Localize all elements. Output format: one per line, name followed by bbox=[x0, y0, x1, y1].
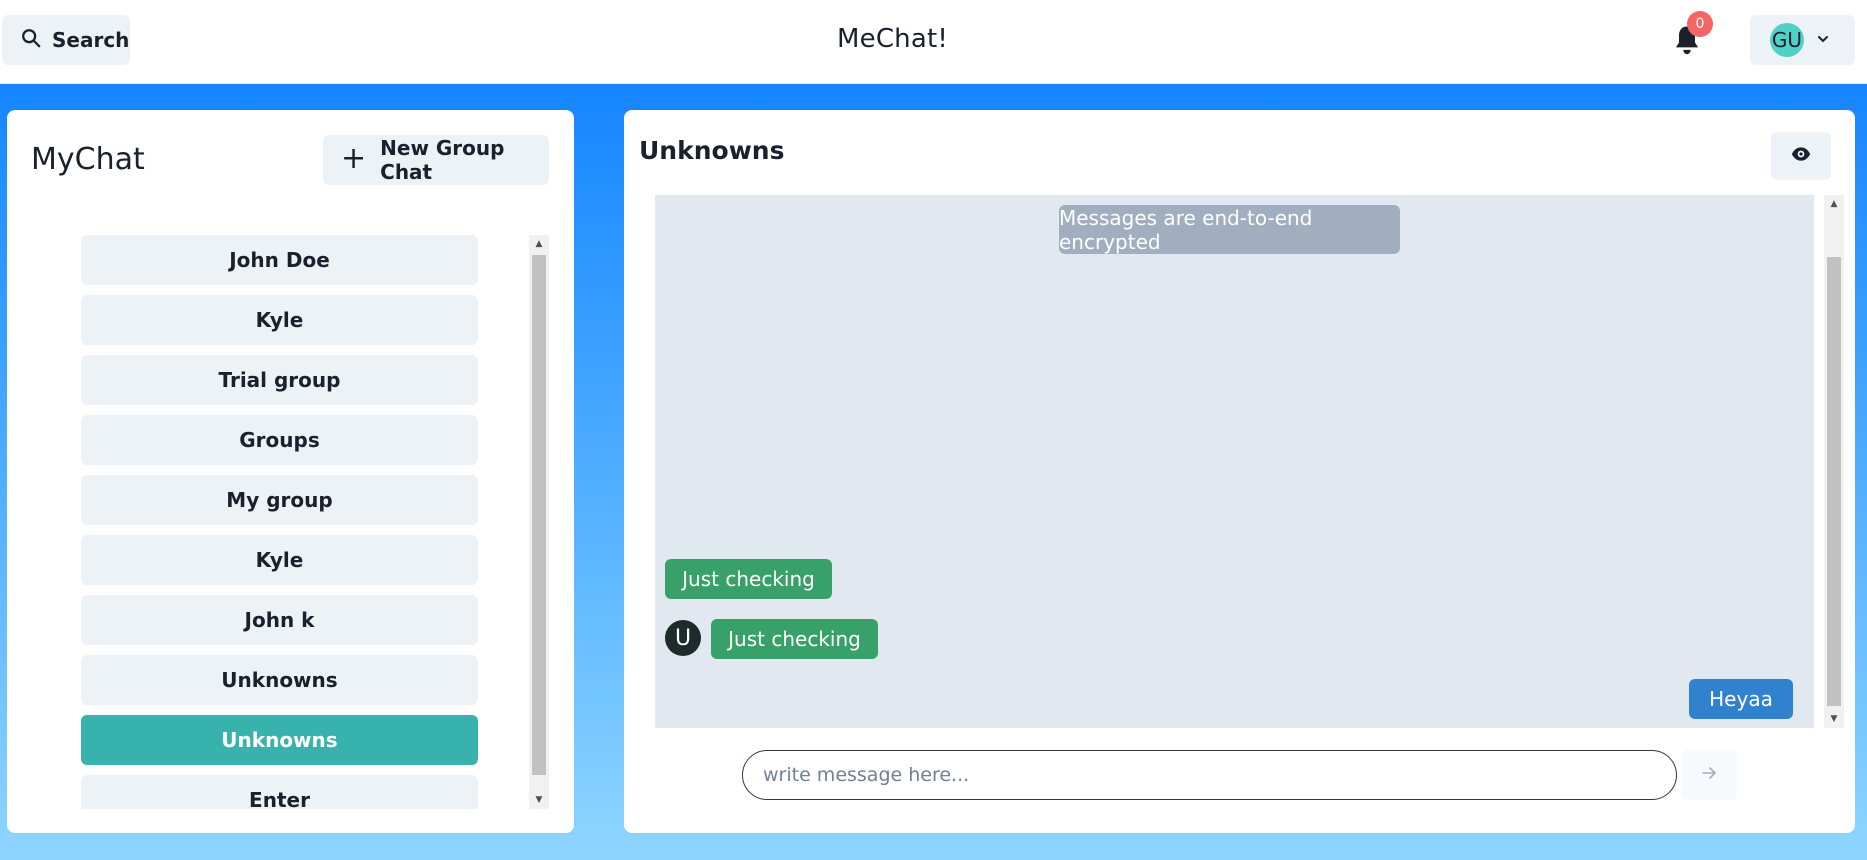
panel-title: MyChat bbox=[31, 142, 145, 177]
chat-list-item-label: Kyle bbox=[255, 308, 304, 332]
conversation-panel: Unknowns Messages are end-to-end encrypt… bbox=[624, 110, 1855, 833]
chat-list-item-label: John Doe bbox=[229, 248, 330, 272]
notification-badge: 0 bbox=[1687, 11, 1713, 37]
chat-list-item-label: Unknowns bbox=[221, 668, 338, 692]
message-scrollbar[interactable]: ▲ ▼ bbox=[1824, 195, 1844, 728]
scroll-up-arrow-icon[interactable]: ▲ bbox=[1824, 195, 1844, 213]
chat-list-item[interactable]: John k bbox=[81, 595, 478, 645]
sender-avatar[interactable]: U bbox=[665, 620, 701, 656]
scroll-down-arrow-icon[interactable]: ▼ bbox=[1824, 710, 1844, 728]
chat-list-item[interactable]: Unknowns bbox=[81, 655, 478, 705]
chat-list-item[interactable]: My group bbox=[81, 475, 478, 525]
chat-list-item[interactable]: John Doe bbox=[81, 235, 478, 285]
top-bar: Search MeChat! 0 GU bbox=[0, 0, 1867, 84]
arrow-right-icon bbox=[1701, 765, 1717, 785]
chat-list-item-label: Kyle bbox=[255, 548, 304, 572]
new-group-chat-button[interactable]: + New Group Chat bbox=[323, 135, 549, 185]
app-title: MeChat! bbox=[836, 24, 948, 54]
new-group-chat-label: New Group Chat bbox=[380, 136, 505, 184]
send-button[interactable] bbox=[1681, 750, 1737, 800]
conversation-title: Unknowns bbox=[639, 136, 785, 165]
message-area: Messages are end-to-end encrypted Just c… bbox=[655, 195, 1844, 728]
chat-list-item[interactable]: Kyle bbox=[81, 295, 478, 345]
chat-list-item[interactable]: Trial group bbox=[81, 355, 478, 405]
chat-list-item[interactable]: Enter bbox=[81, 775, 478, 809]
message-bubble-self: Heyaa bbox=[1689, 679, 1793, 719]
scrollbar-thumb[interactable] bbox=[1827, 257, 1841, 706]
chat-list-item-label: My group bbox=[226, 488, 333, 512]
user-avatar: GU bbox=[1770, 23, 1804, 57]
chat-list-item-label: John k bbox=[244, 608, 315, 632]
chevron-down-icon bbox=[1816, 31, 1830, 50]
profile-menu-button[interactable]: GU bbox=[1750, 15, 1855, 65]
chat-list: John Doe Kyle Trial group Groups My grou… bbox=[81, 235, 485, 809]
encryption-notice: Messages are end-to-end encrypted bbox=[1059, 205, 1400, 254]
chat-list-item[interactable]: Kyle bbox=[81, 535, 478, 585]
chat-list-scrollbar[interactable]: ▲ ▼ bbox=[529, 235, 549, 809]
eye-icon bbox=[1791, 144, 1811, 168]
chat-list-item-label: Enter bbox=[249, 788, 310, 809]
chat-list-item-selected[interactable]: Unknowns bbox=[81, 715, 478, 765]
message-input[interactable] bbox=[742, 750, 1677, 800]
view-details-button[interactable] bbox=[1771, 132, 1831, 180]
chat-list-item-label: Trial group bbox=[218, 368, 341, 392]
chat-list-panel: MyChat + New Group Chat John Doe Kyle Tr… bbox=[7, 110, 574, 833]
scrollbar-thumb[interactable] bbox=[532, 255, 546, 775]
message-bubble: Just checking bbox=[711, 619, 878, 659]
chat-list-item[interactable]: Groups bbox=[81, 415, 478, 465]
message-bubble: Just checking bbox=[665, 559, 832, 599]
scroll-up-arrow-icon[interactable]: ▲ bbox=[529, 235, 549, 253]
chat-list-item-label: Groups bbox=[239, 428, 320, 452]
plus-icon: + bbox=[341, 140, 367, 176]
chat-list-item-label: Unknowns bbox=[221, 728, 338, 752]
scroll-down-arrow-icon[interactable]: ▼ bbox=[529, 791, 549, 809]
